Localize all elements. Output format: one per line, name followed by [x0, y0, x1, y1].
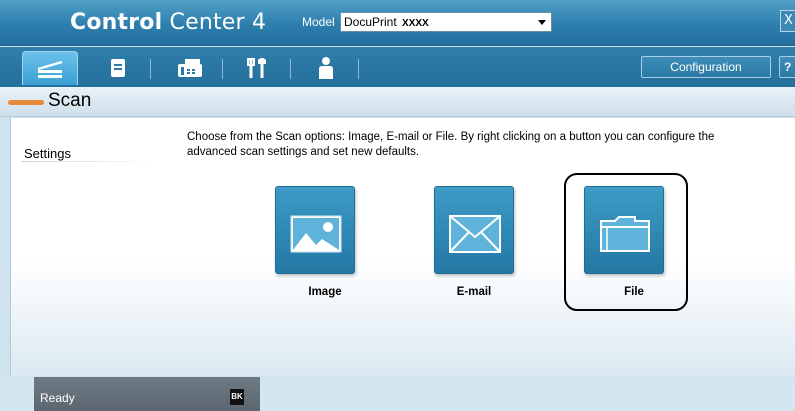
tab-support[interactable] — [306, 51, 346, 85]
status-text: Ready — [40, 391, 75, 405]
image-icon — [290, 215, 342, 253]
tab-scan[interactable] — [22, 51, 78, 85]
scan-image-button[interactable] — [275, 186, 355, 274]
ink-level-badge: BK — [230, 389, 244, 405]
dropdown-arrow-icon — [538, 20, 546, 25]
toolbar-separator — [150, 59, 151, 79]
model-value-suffix: XXXX — [402, 18, 429, 29]
tab-pc-fax[interactable] — [170, 51, 210, 85]
app-title: Control Center 4 — [70, 6, 266, 40]
model-value-prefix: DocuPrint — [344, 15, 397, 29]
user-icon — [319, 57, 333, 79]
section-title: Scan — [48, 90, 92, 111]
section-accent-bar — [8, 100, 44, 105]
scan-content-panel: Settings Choose from the Scan options: I… — [10, 118, 795, 376]
settings-underline — [21, 161, 158, 162]
envelope-icon — [449, 215, 501, 253]
toolbar-separator — [222, 59, 223, 79]
status-panel: Ready BK — [34, 377, 260, 411]
tab-document[interactable] — [100, 51, 136, 85]
title-bar: Control Center 4 Model DocuPrint XXXX X — [0, 0, 795, 46]
status-bar: Ready BK — [0, 377, 795, 411]
scan-email-button[interactable] — [434, 186, 514, 274]
scan-email-label: E-mail — [456, 286, 492, 298]
app-title-light: Center 4 — [162, 10, 267, 35]
document-icon — [111, 59, 125, 77]
model-dropdown[interactable]: DocuPrint XXXX — [340, 12, 552, 32]
settings-link[interactable]: Settings — [24, 146, 71, 161]
close-button[interactable]: X — [780, 10, 795, 32]
configuration-button[interactable]: Configuration — [641, 56, 771, 78]
file-button-highlight — [564, 173, 688, 311]
toolbar: Configuration ? — [0, 47, 795, 87]
section-header: Scan — [0, 87, 795, 117]
device-settings-icon — [247, 58, 266, 78]
instructions-text: Choose from the Scan options: Image, E-m… — [187, 131, 715, 158]
fax-icon — [178, 59, 202, 77]
scan-image-label: Image — [308, 286, 342, 298]
tab-device-settings[interactable] — [238, 51, 278, 85]
model-label: Model — [302, 15, 335, 29]
toolbar-separator — [290, 59, 291, 79]
scan-icon — [37, 60, 63, 78]
control-center-window: Control Center 4 Model DocuPrint XXXX X — [0, 0, 795, 411]
app-title-bold: Control — [70, 10, 163, 35]
toolbar-separator — [358, 59, 359, 79]
help-button[interactable]: ? — [779, 56, 795, 78]
